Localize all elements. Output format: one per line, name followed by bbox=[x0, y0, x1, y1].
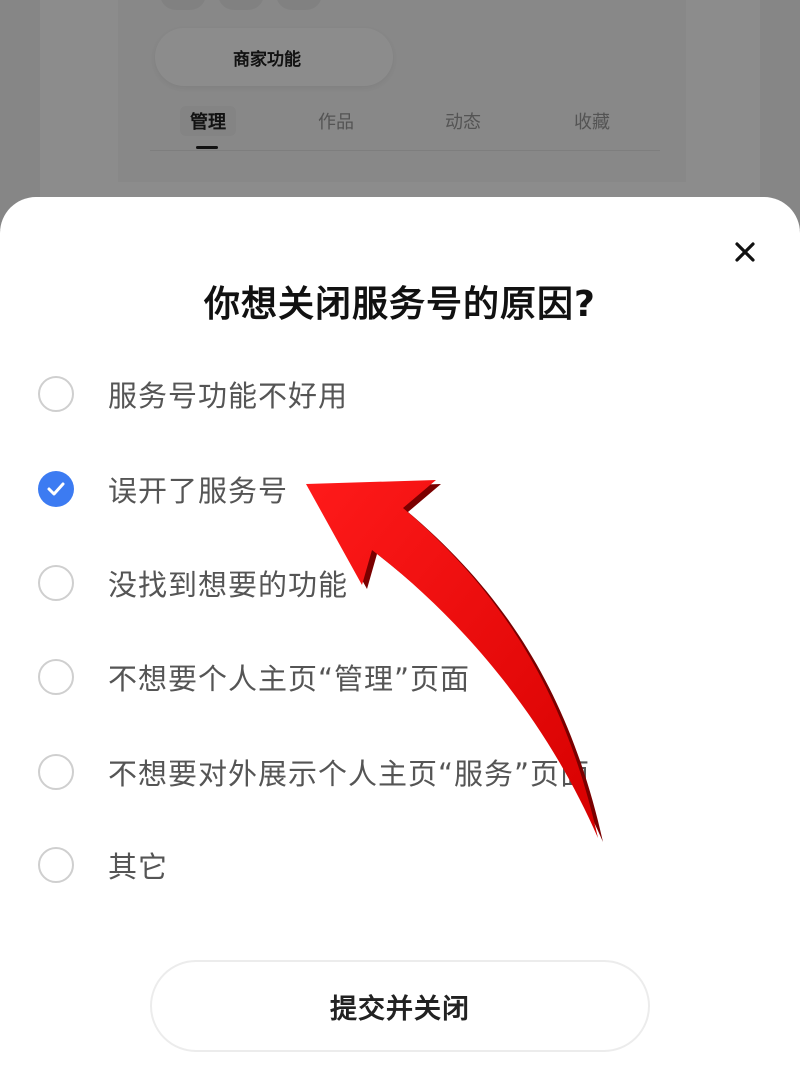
close-icon bbox=[735, 242, 755, 262]
submit-and-close-button[interactable]: 提交并关闭 bbox=[150, 960, 650, 1052]
radio-unchecked-icon[interactable] bbox=[38, 565, 74, 601]
reason-option-selected[interactable]: 误开了服务号 bbox=[38, 459, 738, 519]
reason-label: 不想要个人主页“管理”页面 bbox=[108, 662, 471, 696]
close-reason-sheet: 你想关闭服务号的原因? 服务号功能不好用 误开了服务号 没找到想要的功能 不想要… bbox=[0, 197, 800, 1070]
reason-label: 其它 bbox=[108, 850, 169, 884]
radio-unchecked-icon[interactable] bbox=[38, 376, 74, 412]
reason-option[interactable]: 服务号功能不好用 bbox=[38, 364, 738, 424]
checkmark-icon bbox=[47, 482, 65, 496]
reason-label: 没找到想要的功能 bbox=[108, 568, 349, 602]
reason-option[interactable]: 其它 bbox=[38, 835, 738, 895]
reason-label: 不想要对外展示个人主页“服务”页面 bbox=[108, 757, 591, 791]
radio-unchecked-icon[interactable] bbox=[38, 754, 74, 790]
radio-unchecked-icon[interactable] bbox=[38, 659, 74, 695]
radio-checked-icon[interactable] bbox=[38, 471, 74, 507]
reason-option[interactable]: 没找到想要的功能 bbox=[38, 553, 738, 613]
reason-label: 误开了服务号 bbox=[108, 474, 289, 508]
reason-label: 服务号功能不好用 bbox=[108, 379, 349, 413]
dialog-title: 你想关闭服务号的原因? bbox=[204, 284, 596, 325]
radio-unchecked-icon[interactable] bbox=[38, 847, 74, 883]
close-button[interactable] bbox=[726, 233, 764, 271]
reason-option[interactable]: 不想要个人主页“管理”页面 bbox=[38, 647, 738, 707]
reason-option[interactable]: 不想要对外展示个人主页“服务”页面 bbox=[38, 742, 738, 802]
